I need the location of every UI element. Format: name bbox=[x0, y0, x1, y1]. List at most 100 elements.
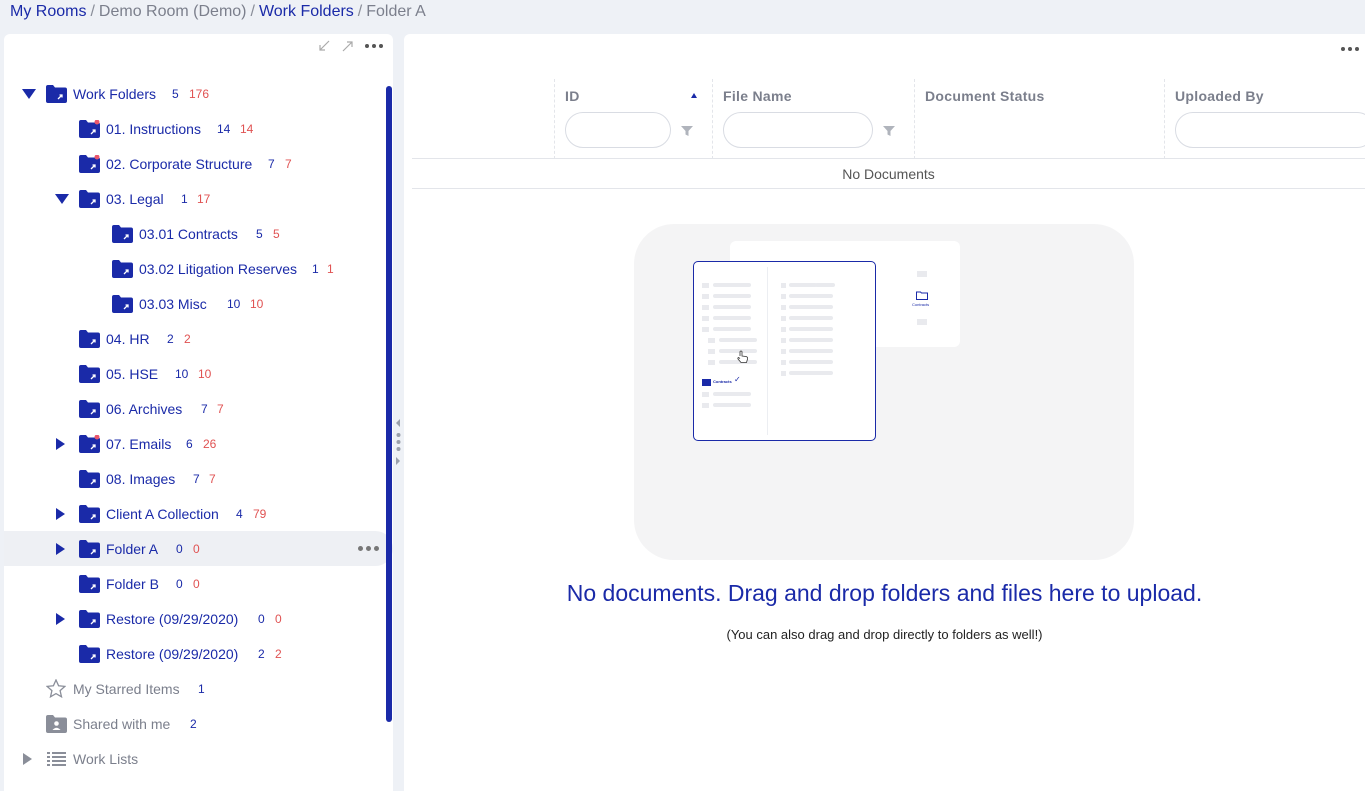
grid-header: ID File Name Document Status Uploaded By bbox=[554, 79, 1365, 159]
column-title[interactable]: File Name bbox=[723, 88, 792, 104]
tree-item-legal[interactable]: 03. Legal 1 17 bbox=[4, 181, 393, 216]
folder-total: 2 bbox=[184, 331, 191, 346]
folder-icon bbox=[112, 224, 133, 243]
tree-item-shared[interactable]: Shared with me 2 bbox=[4, 706, 393, 741]
tree-item-label[interactable]: My Starred Items bbox=[73, 681, 180, 697]
column-title[interactable]: Document Status bbox=[925, 88, 1045, 104]
tree-item-misc[interactable]: 03.03 Misc 10 10 bbox=[4, 286, 393, 321]
tree-item-label[interactable]: 03.03 Misc bbox=[139, 296, 207, 312]
breadcrumb-room[interactable]: Demo Room (Demo) bbox=[99, 3, 247, 20]
breadcrumb: My Rooms / Demo Room (Demo) / Work Folders / F… bbox=[10, 3, 426, 23]
folder-tree-panel: Work Folders 5 176 01. Instructions 14 1… bbox=[4, 34, 393, 791]
breadcrumb-work-folders[interactable]: Work Folders bbox=[259, 3, 354, 20]
tree-item-work-lists[interactable]: Work Lists bbox=[4, 741, 393, 776]
tree-item-label[interactable]: Client A Collection bbox=[106, 506, 219, 522]
filter-icon[interactable] bbox=[883, 125, 895, 137]
tree-item-contracts[interactable]: 03.01 Contracts 5 5 bbox=[4, 216, 393, 251]
tree-item-label[interactable]: Restore (09/29/2020) bbox=[106, 611, 238, 627]
column-document-status[interactable]: Document Status bbox=[914, 79, 1164, 159]
tree-item-label[interactable]: Work Lists bbox=[73, 751, 138, 767]
column-title[interactable]: ID bbox=[565, 88, 580, 104]
expand-arrow-icon[interactable] bbox=[56, 437, 65, 450]
panel-more-icon[interactable] bbox=[1341, 47, 1359, 51]
tree-item-label[interactable]: 03.02 Litigation Reserves bbox=[139, 261, 297, 277]
tree-item-restore[interactable]: Restore (09/29/2020) 2 2 bbox=[4, 636, 393, 671]
uploaded-by-filter-input[interactable] bbox=[1175, 112, 1365, 148]
row-more-icon[interactable] bbox=[358, 546, 379, 551]
column-uploaded-by[interactable]: Uploaded By bbox=[1164, 79, 1365, 159]
breadcrumb-my-rooms[interactable]: My Rooms bbox=[10, 3, 86, 20]
collapse-arrow-icon[interactable] bbox=[22, 88, 36, 99]
tree-item-images[interactable]: 08. Images 7 7 bbox=[4, 461, 393, 496]
tree-item-label[interactable]: 08. Images bbox=[106, 471, 175, 487]
expand-arrow-icon[interactable] bbox=[56, 507, 65, 520]
tree-item-label[interactable]: 03.01 Contracts bbox=[139, 226, 238, 242]
folder-count: 10 bbox=[175, 366, 189, 381]
tree-item-label[interactable]: 05. HSE bbox=[106, 366, 158, 382]
breadcrumb-separator: / bbox=[250, 3, 255, 20]
tree-item-archives[interactable]: 06. Archives 7 7 bbox=[4, 391, 393, 426]
tree-item-emails[interactable]: 07. Emails 6 26 bbox=[4, 426, 393, 461]
expand-arrow-icon[interactable] bbox=[23, 752, 32, 765]
folder-count: 7 bbox=[201, 401, 208, 416]
column-title[interactable]: Uploaded By bbox=[1175, 88, 1264, 104]
folder-total: 7 bbox=[285, 156, 292, 171]
filter-icon[interactable] bbox=[681, 125, 693, 137]
tree-item-corporate-structure[interactable]: 02. Corporate Structure 7 7 bbox=[4, 146, 393, 181]
tree-item-label[interactable]: Folder A bbox=[106, 541, 158, 557]
id-filter-input[interactable] bbox=[565, 112, 671, 148]
folder-total: 10 bbox=[250, 296, 264, 311]
collapse-arrow-icon[interactable] bbox=[55, 193, 69, 204]
folder-icon bbox=[79, 574, 100, 593]
file-name-filter-input[interactable] bbox=[723, 112, 873, 148]
breadcrumb-current: Folder A bbox=[366, 3, 426, 20]
folder-count: 1 bbox=[181, 191, 188, 206]
star-icon bbox=[46, 679, 66, 698]
tree-item-label[interactable]: 04. HR bbox=[106, 331, 150, 347]
tree-item-label[interactable]: Folder B bbox=[106, 576, 159, 592]
column-id[interactable]: ID bbox=[554, 79, 712, 159]
tree-item-work-folders[interactable]: Work Folders 5 176 bbox=[4, 76, 393, 111]
tree-item-hse[interactable]: 05. HSE 10 10 bbox=[4, 356, 393, 391]
tree-item-restore[interactable]: Restore (09/29/2020) 0 0 bbox=[4, 601, 393, 636]
folder-icon bbox=[79, 609, 100, 628]
folder-icon bbox=[79, 399, 100, 418]
tree-item-label[interactable]: 01. Instructions bbox=[106, 121, 201, 137]
folder-icon bbox=[79, 644, 100, 663]
empty-state-subtitle: (You can also drag and drop directly to … bbox=[726, 627, 1043, 642]
tree-item-label[interactable]: Shared with me bbox=[73, 716, 170, 732]
folder-total: 14 bbox=[240, 121, 254, 136]
tree-item-starred[interactable]: My Starred Items 1 bbox=[4, 671, 393, 706]
tree-item-folder-b[interactable]: Folder B 0 0 bbox=[4, 566, 393, 601]
tree-item-client-a-collection[interactable]: Client A Collection 4 79 bbox=[4, 496, 393, 531]
tree-item-label[interactable]: Restore (09/29/2020) bbox=[106, 646, 238, 662]
tree-item-label[interactable]: Work Folders bbox=[73, 86, 156, 102]
folder-total: 2 bbox=[275, 646, 282, 661]
tree-item-instructions[interactable]: 01. Instructions 14 14 bbox=[4, 111, 393, 146]
breadcrumb-separator: / bbox=[90, 3, 95, 20]
folder-icon bbox=[79, 539, 100, 558]
tree-item-label[interactable]: 07. Emails bbox=[106, 436, 171, 452]
sort-asc-icon[interactable] bbox=[691, 93, 697, 98]
tree-item-label[interactable]: 06. Archives bbox=[106, 401, 182, 417]
column-file-name[interactable]: File Name bbox=[712, 79, 914, 159]
expand-arrow-icon[interactable] bbox=[56, 612, 65, 625]
list-icon bbox=[47, 751, 66, 766]
tree-scrollbar[interactable] bbox=[386, 86, 392, 722]
collapse-icon[interactable] bbox=[317, 39, 331, 53]
tree-item-label[interactable]: 02. Corporate Structure bbox=[106, 156, 252, 172]
panel-more-icon[interactable] bbox=[365, 44, 383, 48]
tree-item-hr[interactable]: 04. HR 2 2 bbox=[4, 321, 393, 356]
expand-icon[interactable] bbox=[341, 39, 355, 53]
tree-item-litigation-reserves[interactable]: 03.02 Litigation Reserves 1 1 bbox=[4, 251, 393, 286]
tree-item-folder-a[interactable]: Folder A 0 0 bbox=[4, 531, 393, 566]
folder-total: 7 bbox=[209, 471, 216, 486]
folder-count: 10 bbox=[227, 296, 241, 311]
expand-arrow-icon[interactable] bbox=[56, 542, 65, 555]
panel-splitter[interactable] bbox=[394, 410, 404, 472]
folder-total: 5 bbox=[273, 226, 280, 241]
folder-icon bbox=[112, 259, 133, 278]
folder-icon bbox=[79, 364, 100, 383]
tree-item-label[interactable]: 03. Legal bbox=[106, 191, 164, 207]
starred-count: 1 bbox=[198, 681, 205, 696]
